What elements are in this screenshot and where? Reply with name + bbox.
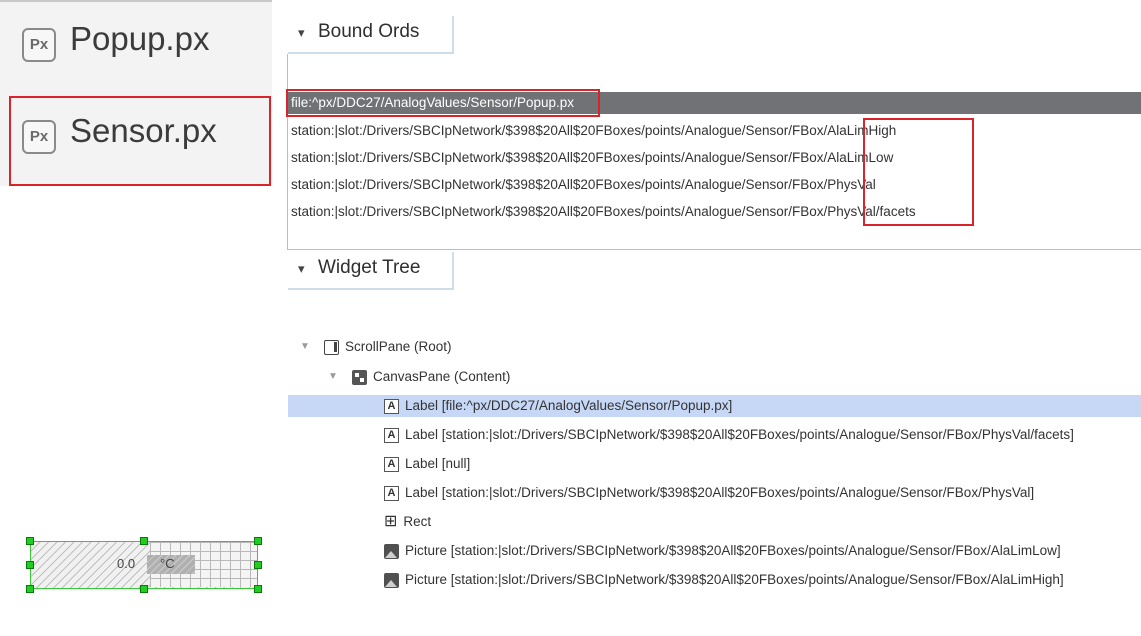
ord-row[interactable]: station:|slot:/Drivers/SBCIpNetwork/$398…	[291, 174, 876, 196]
tree-item-label: Label [file:^px/DDC27/AnalogValues/Senso…	[405, 398, 733, 413]
label-icon: A	[384, 398, 399, 414]
ord-row[interactable]: station:|slot:/Drivers/SBCIpNetwork/$398…	[291, 147, 893, 169]
section-title: Widget Tree	[318, 257, 421, 278]
tree-item[interactable]: ⊞ Rect	[384, 511, 431, 533]
tree-item-label: Label [station:|slot:/Drivers/SBCIpNetwo…	[405, 427, 1074, 442]
canvaspane-icon	[352, 369, 367, 385]
resize-handle[interactable]	[254, 561, 262, 569]
label-icon: A	[384, 485, 399, 501]
bound-ords-header[interactable]: ▾ Bound Ords	[288, 16, 454, 54]
resize-handle[interactable]	[254, 585, 262, 593]
resize-handle[interactable]	[26, 585, 34, 593]
tree-node-label: ScrollPane (Root)	[345, 339, 452, 354]
picture-icon	[384, 572, 399, 588]
tree-item-label: Picture [station:|slot:/Drivers/SBCIpNet…	[405, 572, 1064, 587]
sensor-widget-preview[interactable]: 0.0 °C	[26, 536, 262, 594]
resize-handle[interactable]	[26, 537, 34, 545]
px-file-icon: Px	[22, 28, 56, 62]
tree-item[interactable]: A Label [station:|slot:/Drivers/SBCIpNetw…	[384, 424, 1074, 446]
tree-item-label: Label [null]	[405, 456, 471, 471]
widget-canvas: 0.0 °C	[30, 541, 258, 589]
widget-tree-header[interactable]: ▾ Widget Tree	[288, 252, 454, 290]
sensor-unit: °C	[160, 556, 175, 571]
collapse-chevron-icon[interactable]: ▾	[298, 261, 305, 277]
highlight-box	[286, 89, 600, 117]
sensor-value: 0.0	[117, 556, 136, 571]
expand-triangle-icon[interactable]: ▼	[300, 336, 310, 358]
tree-item-label: Picture [station:|slot:/Drivers/SBCIpNet…	[405, 543, 1061, 558]
scrollpane-icon	[324, 339, 339, 355]
divider	[0, 0, 272, 2]
ord-row[interactable]: station:|slot:/Drivers/SBCIpNetwork/$398…	[291, 201, 916, 223]
resize-handle[interactable]	[140, 585, 148, 593]
file-item-popup[interactable]: Px Popup.px	[0, 4, 272, 90]
highlight-box	[863, 118, 974, 226]
expand-triangle-icon[interactable]: ▼	[328, 366, 338, 388]
rect-icon: ⊞	[384, 513, 398, 531]
tree-item[interactable]: A Label [null]	[384, 453, 470, 475]
label-icon: A	[384, 427, 399, 443]
resize-handle[interactable]	[140, 537, 148, 545]
collapse-chevron-icon[interactable]: ▾	[298, 25, 305, 41]
tree-item[interactable]: Picture [station:|slot:/Drivers/SBCIpNet…	[384, 540, 1061, 562]
file-name: Popup.px	[70, 20, 210, 57]
tree-item[interactable]: A Label [station:|slot:/Drivers/SBCIpNetw…	[384, 482, 1034, 504]
tree-node-label: CanvasPane (Content)	[373, 369, 511, 384]
tree-item[interactable]: A Label [file:^px/DDC27/AnalogValues/Sens…	[288, 395, 1141, 417]
picture-icon	[384, 543, 399, 559]
highlight-box	[9, 96, 271, 186]
ord-row[interactable]: station:|slot:/Drivers/SBCIpNetwork/$398…	[291, 120, 896, 142]
section-title: Bound Ords	[318, 21, 420, 42]
label-icon: A	[384, 456, 399, 472]
tree-item-label: Rect	[403, 514, 432, 529]
tree-item-label: Label [station:|slot:/Drivers/SBCIpNetwo…	[405, 485, 1035, 500]
resize-handle[interactable]	[26, 561, 34, 569]
resize-handle[interactable]	[254, 537, 262, 545]
tree-item[interactable]: Picture [station:|slot:/Drivers/SBCIpNet…	[384, 569, 1064, 591]
